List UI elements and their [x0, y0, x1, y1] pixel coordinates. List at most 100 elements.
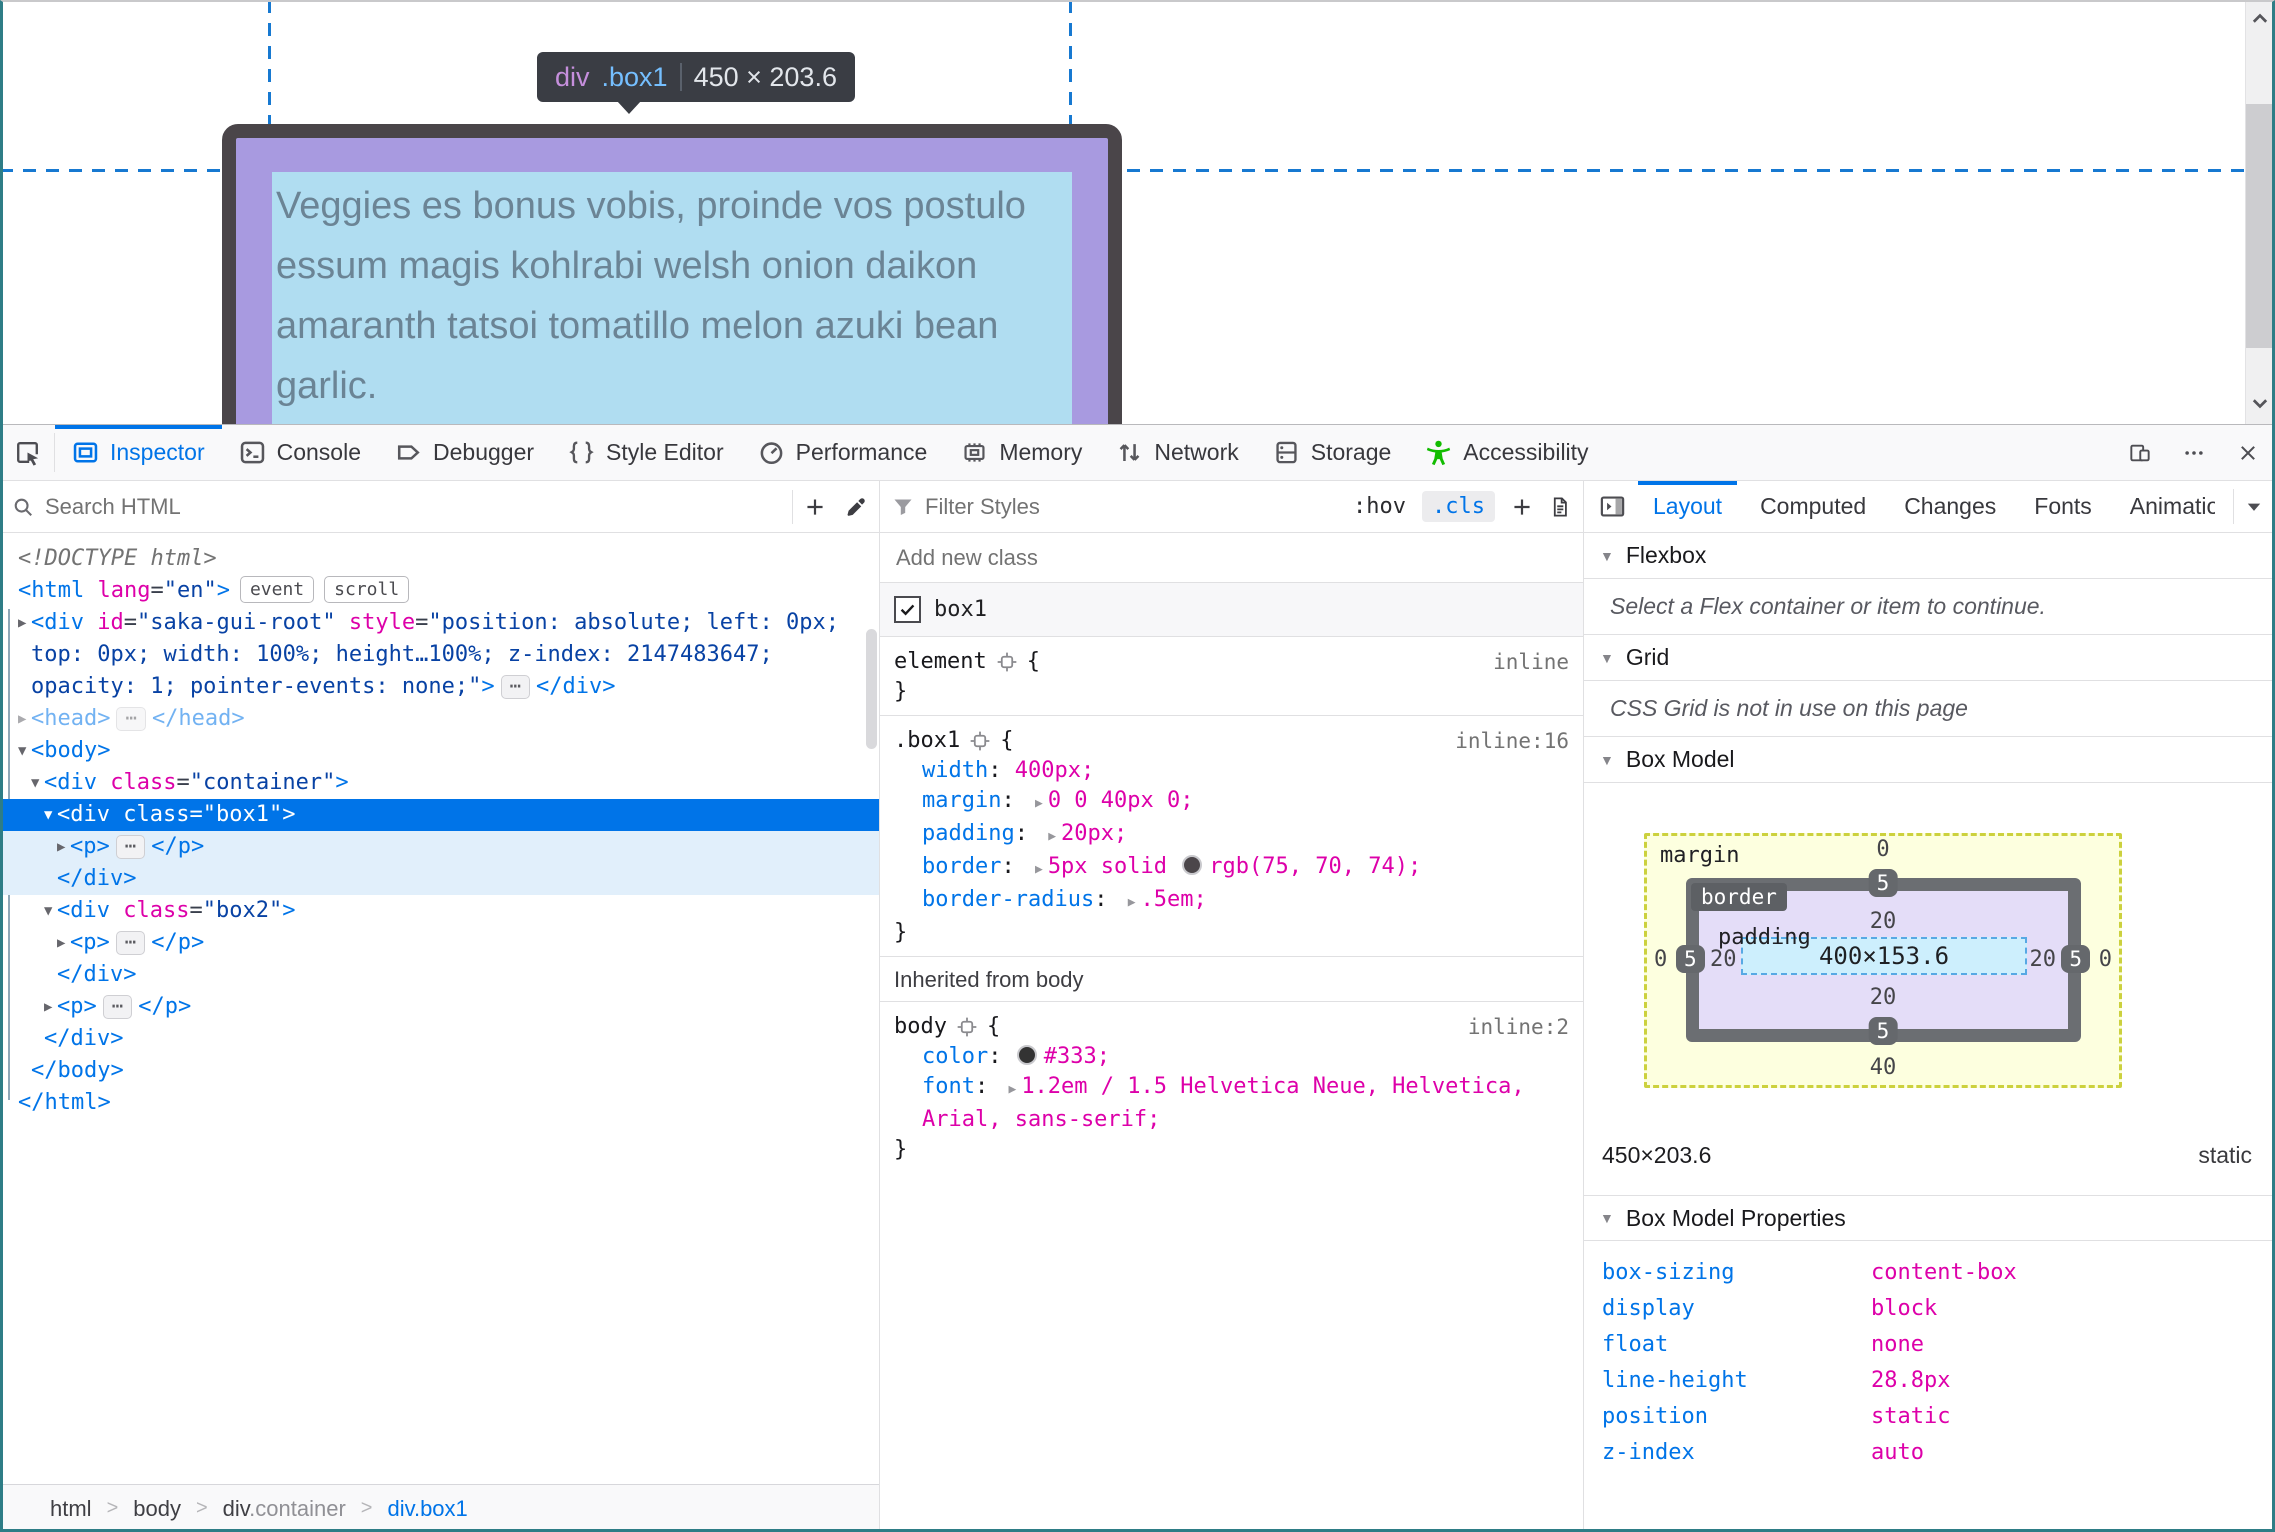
- filter-styles-input[interactable]: Filter Styles: [925, 494, 1342, 520]
- collapsed-children-icon[interactable]: ⋯: [116, 707, 146, 731]
- section-flexbox[interactable]: ▼ Flexbox: [1584, 533, 2274, 579]
- property-value[interactable]: rgb(75, 70, 74);: [1209, 854, 1421, 879]
- css-declaration[interactable]: border-radius: ▶ .5em;: [894, 885, 1569, 918]
- highlight-selector-icon[interactable]: [956, 1016, 978, 1038]
- sidebar-tab-fonts[interactable]: Fonts: [2015, 481, 2111, 532]
- css-declaration[interactable]: padding: ▶ 20px;: [894, 819, 1569, 852]
- sidebar-tab-animations[interactable]: Animations: [2111, 481, 2215, 532]
- highlight-selector-icon[interactable]: [996, 651, 1018, 673]
- add-node-icon[interactable]: [804, 496, 826, 518]
- collapsed-children-icon[interactable]: ⋯: [500, 675, 531, 699]
- markup-row[interactable]: ▶ <div id="saka-gui-root" style="position…: [0, 607, 879, 703]
- breadcrumb-item[interactable]: div.container: [223, 1496, 346, 1522]
- node-picker-button[interactable]: [0, 425, 54, 480]
- padding-right-value[interactable]: 20: [2030, 945, 2057, 975]
- all-tabs-menu-button[interactable]: [2234, 481, 2274, 532]
- markup-row[interactable]: ▼ <div class="box1">: [0, 799, 879, 831]
- twisty-closed-icon[interactable]: ▶: [18, 607, 26, 639]
- markup-row[interactable]: ▼ <div class="box2">: [0, 895, 879, 927]
- border-right-value[interactable]: 5: [2061, 945, 2090, 973]
- padding-left-value[interactable]: 20: [1710, 945, 1737, 975]
- devtools-tab-network[interactable]: Network: [1099, 425, 1255, 480]
- property-name[interactable]: margin: [922, 788, 1001, 813]
- rule-selector[interactable]: .box1: [894, 726, 960, 756]
- dom-badge-scroll[interactable]: scroll: [324, 576, 410, 603]
- close-button[interactable]: [2221, 425, 2275, 480]
- markup-row[interactable]: </html>: [0, 1087, 879, 1119]
- markup-row[interactable]: ▼ <div class="container">: [0, 767, 879, 799]
- add-rule-icon[interactable]: [1511, 496, 1533, 518]
- devtools-tab-style-editor[interactable]: Style Editor: [551, 425, 741, 480]
- devtools-tab-memory[interactable]: Memory: [944, 425, 1099, 480]
- markup-row[interactable]: <html lang="en"> event scroll: [0, 575, 879, 607]
- border-bottom-value[interactable]: 5: [1868, 1017, 1898, 1045]
- breadcrumb-item[interactable]: body: [133, 1496, 181, 1522]
- add-new-class-input[interactable]: Add new class: [880, 533, 1583, 583]
- property-name[interactable]: width: [922, 758, 988, 783]
- margin-right-value[interactable]: 0: [2099, 945, 2112, 975]
- scrollbar-thumb[interactable]: [2246, 104, 2275, 348]
- toggle-pseudo-hov[interactable]: :hov: [1353, 494, 1406, 519]
- twisty-closed-icon[interactable]: ▶: [18, 703, 26, 735]
- dom-badge-event[interactable]: event: [239, 576, 315, 603]
- property-value[interactable]: .5em;: [1141, 887, 1207, 912]
- css-declaration[interactable]: margin: ▶ 0 0 40px 0;: [894, 786, 1569, 819]
- css-declaration[interactable]: width: 400px;: [894, 756, 1569, 786]
- css-declaration[interactable]: border: ▶ 5px solid rgb(75, 70, 74);: [894, 852, 1569, 885]
- markup-row[interactable]: </div>: [0, 863, 879, 895]
- highlight-selector-icon[interactable]: [969, 730, 991, 752]
- expander-icon[interactable]: ▶: [1008, 1075, 1016, 1105]
- rule-source-link[interactable]: inline:16: [1455, 726, 1569, 756]
- margin-top-value[interactable]: 0: [1876, 835, 1889, 865]
- class-checkbox[interactable]: [894, 596, 921, 623]
- twisty-open-icon[interactable]: ▼: [18, 735, 26, 767]
- border-left-value[interactable]: 5: [1676, 945, 1705, 973]
- section-grid[interactable]: ▼ Grid: [1584, 635, 2274, 681]
- filter-styles-bar[interactable]: Filter Styles :hov .cls: [880, 481, 1583, 533]
- twisty-closed-icon[interactable]: ▶: [57, 831, 65, 863]
- scroll-down-icon[interactable]: [2249, 392, 2271, 414]
- markup-row[interactable]: </div>: [0, 1023, 879, 1055]
- property-value[interactable]: #333;: [1044, 1044, 1110, 1069]
- expander-icon[interactable]: ▶: [1035, 855, 1043, 885]
- toggle-class-cls[interactable]: .cls: [1422, 491, 1495, 522]
- devtools-tab-accessibility[interactable]: Accessibility: [1408, 425, 1605, 480]
- expander-icon[interactable]: ▶: [1048, 822, 1056, 852]
- collapsed-children-icon[interactable]: ⋯: [115, 931, 146, 955]
- border-top-value[interactable]: 5: [1868, 869, 1898, 897]
- markup-row[interactable]: </body>: [0, 1055, 879, 1087]
- markup-row[interactable]: ▶ <p> ⋯ </p>: [0, 831, 879, 863]
- eyedropper-icon[interactable]: [845, 496, 867, 518]
- twisty-open-icon[interactable]: ▼: [44, 799, 52, 831]
- markup-row[interactable]: ▶ <p> ⋯ </p>: [0, 927, 879, 959]
- rule-selector[interactable]: element: [894, 647, 987, 677]
- collapsed-children-icon[interactable]: ⋯: [115, 835, 146, 859]
- print-media-icon[interactable]: [1549, 496, 1571, 518]
- menu-dots-button[interactable]: [2167, 425, 2221, 480]
- rule-source-link[interactable]: inline: [1493, 647, 1569, 677]
- breadcrumb-item[interactable]: html: [50, 1496, 92, 1522]
- breadcrumb-item[interactable]: div.box1: [387, 1496, 467, 1522]
- rule-selector[interactable]: body: [894, 1012, 947, 1042]
- devtools-tab-performance[interactable]: Performance: [741, 425, 945, 480]
- rule-source-link[interactable]: inline:2: [1468, 1012, 1569, 1042]
- search-input[interactable]: Search HTML: [45, 494, 781, 520]
- markup-row[interactable]: ▶ <p> ⋯ </p>: [0, 991, 879, 1023]
- css-declaration[interactable]: color: #333;: [894, 1042, 1569, 1072]
- twisty-open-icon[interactable]: ▼: [44, 895, 52, 927]
- property-name[interactable]: border: [922, 854, 1001, 879]
- twisty-open-icon[interactable]: ▼: [31, 767, 39, 799]
- markup-row[interactable]: ▶ <head> ⋯ </head>: [0, 703, 879, 735]
- sidebar-tab-layout[interactable]: Layout: [1634, 481, 1741, 532]
- markup-row[interactable]: ▼ <body>: [0, 735, 879, 767]
- twisty-closed-icon[interactable]: ▶: [44, 991, 52, 1023]
- markup-row[interactable]: </div>: [0, 959, 879, 991]
- responsive-mode-button[interactable]: [2113, 425, 2167, 480]
- margin-left-value[interactable]: 0: [1654, 945, 1667, 975]
- property-value[interactable]: 0 0 40px 0;: [1048, 788, 1194, 813]
- property-name[interactable]: color: [922, 1044, 988, 1069]
- twisty-closed-icon[interactable]: ▶: [57, 927, 65, 959]
- devtools-tab-storage[interactable]: Storage: [1256, 425, 1409, 480]
- page-scrollbar[interactable]: [2245, 0, 2275, 424]
- property-name[interactable]: padding: [922, 821, 1015, 846]
